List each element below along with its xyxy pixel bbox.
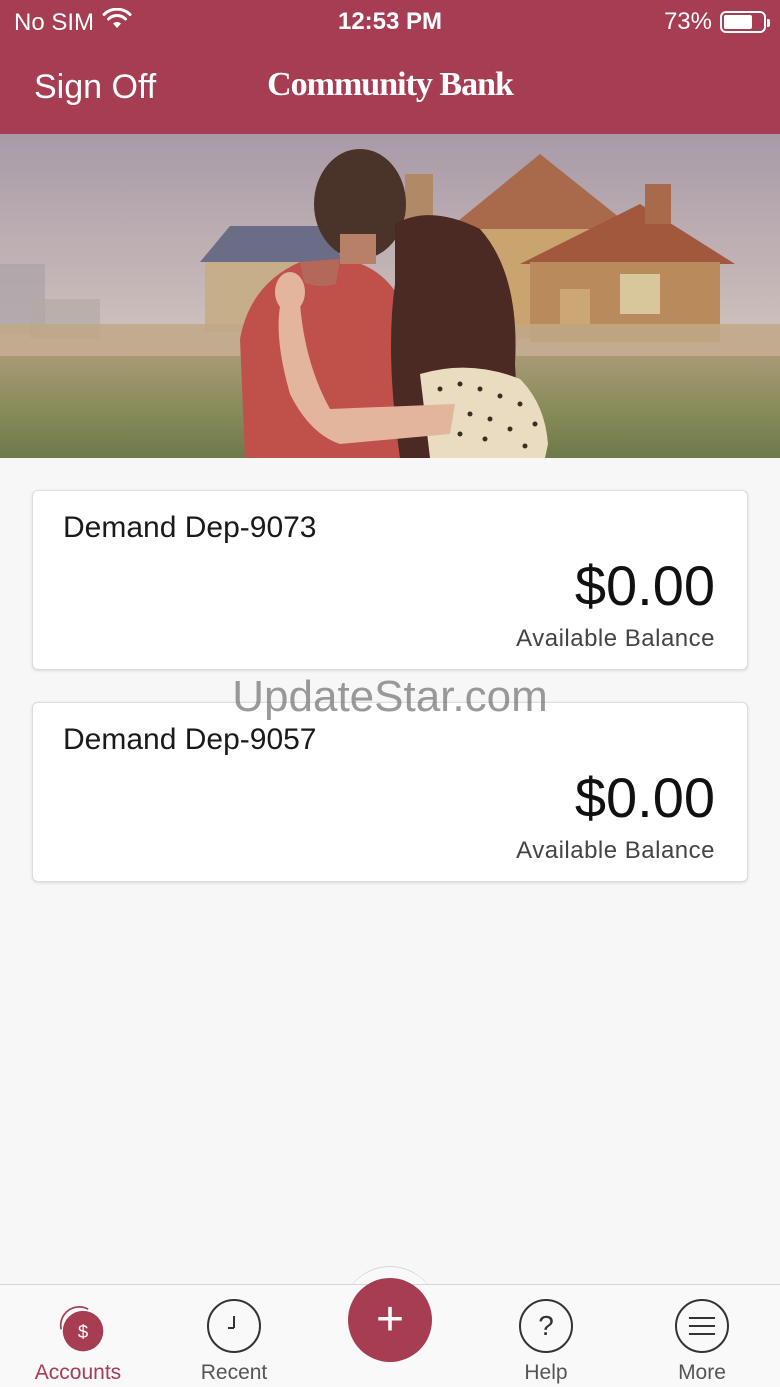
account-card[interactable]: Demand Dep-9073 $0.00 Available Balance (32, 490, 748, 670)
tab-help[interactable]: ? Help (468, 1285, 624, 1387)
tab-label: Recent (200, 1361, 268, 1384)
account-name: Demand Dep-9057 (63, 723, 317, 756)
tab-accounts[interactable]: $ Accounts (0, 1285, 156, 1387)
account-name: Demand Dep-9073 (63, 511, 317, 544)
status-bar: No SIM 12:53 PM 73% (0, 0, 780, 44)
svg-text:$: $ (78, 1321, 89, 1342)
hero-image (0, 134, 780, 458)
balance-label: Available Balance (516, 625, 715, 652)
brand-logo: Community Bank (267, 66, 514, 103)
account-balance: $0.00 (574, 766, 715, 829)
app-header: No SIM 12:53 PM 73% Sign Off Community B… (0, 0, 780, 134)
watermark-text: UpdateStar.com (232, 672, 548, 721)
tab-label: Accounts (34, 1361, 122, 1384)
question-icon: ? (519, 1299, 573, 1353)
account-card[interactable]: Demand Dep-9057 $0.00 Available Balance (32, 702, 748, 882)
battery-icon (720, 11, 770, 33)
menu-icon (675, 1299, 729, 1353)
add-button[interactable]: + (348, 1278, 432, 1362)
plus-icon: + (375, 1293, 405, 1346)
tab-more[interactable]: More (624, 1285, 780, 1387)
dollar-icon: $ (51, 1299, 105, 1353)
clock-icon (207, 1299, 261, 1353)
tab-label: Help (524, 1361, 568, 1384)
balance-label: Available Balance (516, 837, 715, 864)
tab-label: More (678, 1361, 726, 1384)
status-right: 73% (663, 8, 770, 36)
battery-level (724, 15, 752, 29)
battery-percent: 73% (663, 8, 712, 35)
hero-illustration (0, 134, 780, 458)
account-balance: $0.00 (574, 554, 715, 617)
tab-recent[interactable]: Recent (156, 1285, 312, 1387)
